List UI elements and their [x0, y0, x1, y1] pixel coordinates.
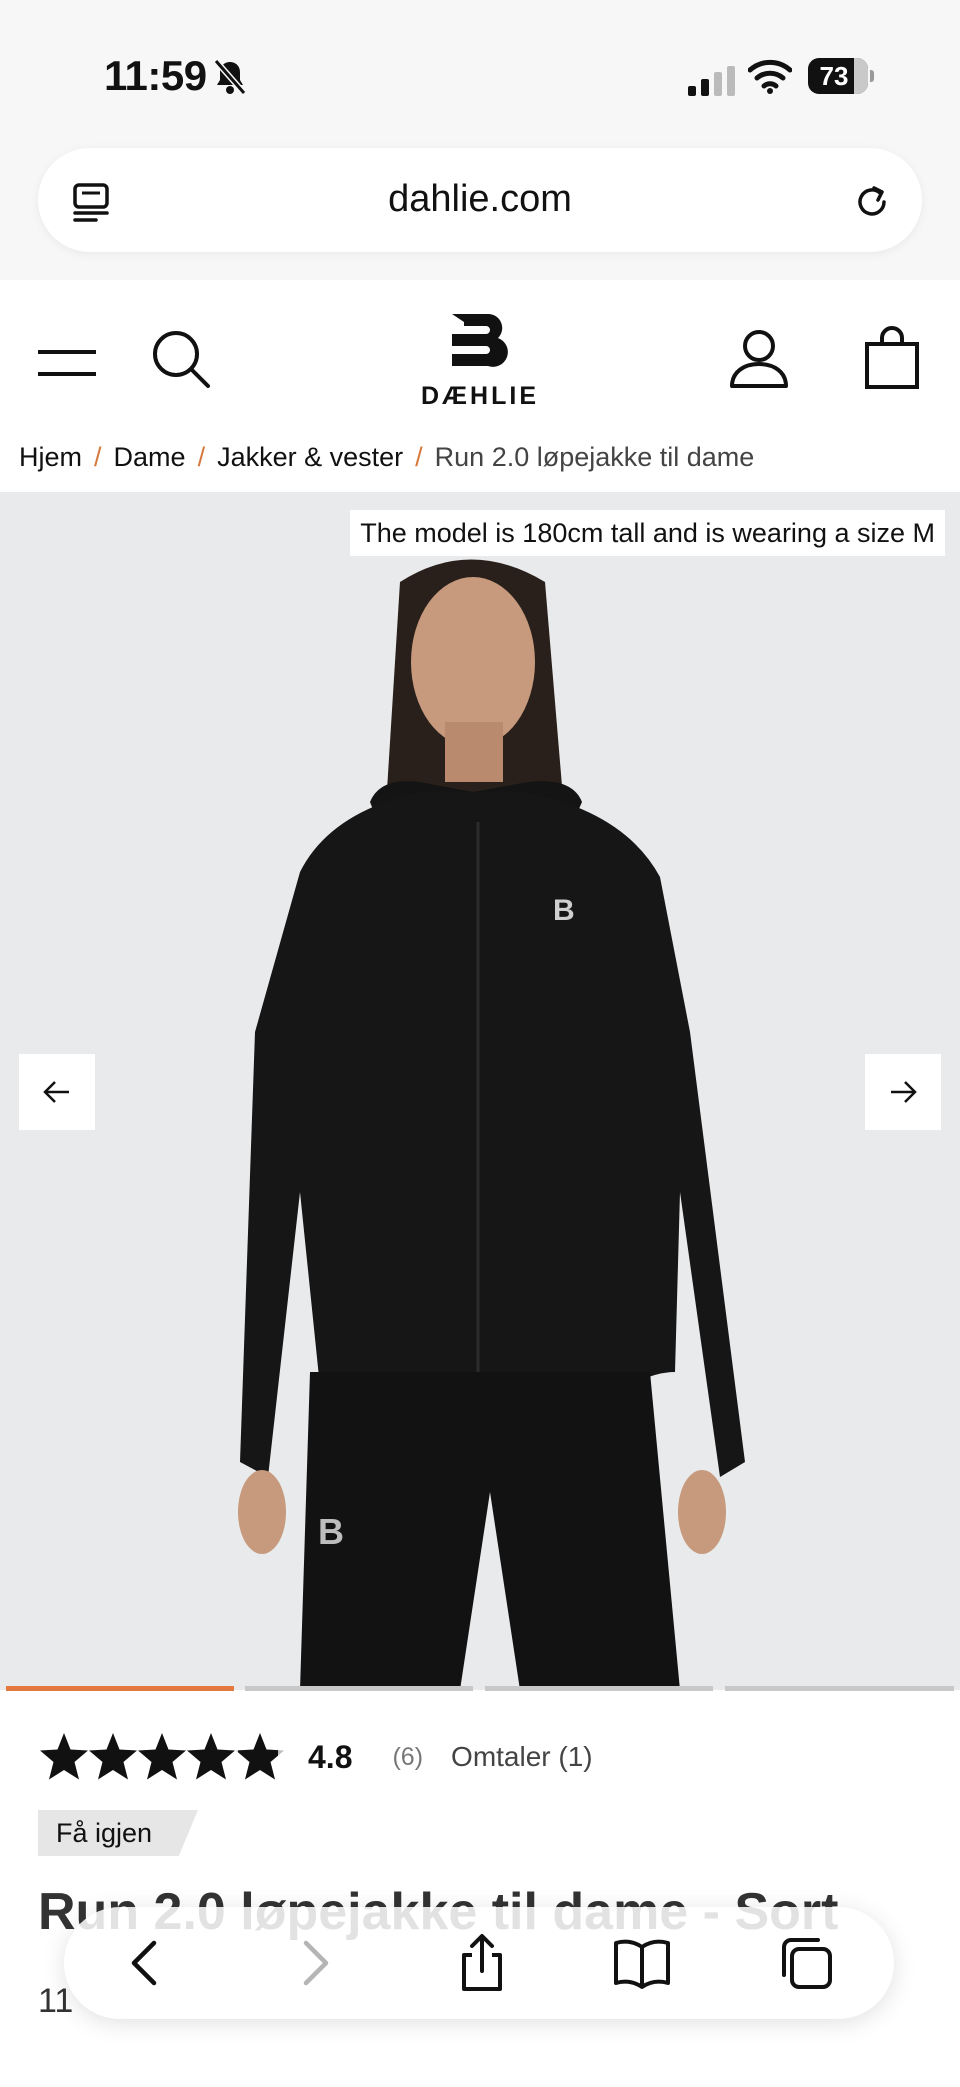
model-size-caption: The model is 180cm tall and is wearing a… — [350, 510, 945, 556]
rating-row: 4.8 (6) Omtaler (1) — [38, 1730, 593, 1784]
product-price: 11 — [38, 1982, 74, 2020]
brand-logo-text: DÆHLIE — [421, 382, 539, 410]
forward-icon[interactable] — [284, 1933, 344, 1993]
gallery-progress-segment[interactable] — [245, 1686, 473, 1691]
gallery-next-button[interactable] — [865, 1054, 941, 1130]
gallery-progress-segment[interactable] — [725, 1686, 954, 1691]
brand-logo-mark — [452, 313, 508, 367]
tabs-overview-icon[interactable] — [776, 1933, 836, 1993]
shopping-bag-icon[interactable] — [864, 326, 920, 390]
status-bar: 11:59 73 — [0, 0, 960, 140]
svg-text:B: B — [318, 1511, 344, 1552]
jacket-logo: B — [553, 894, 575, 927]
stock-badge: Få igjen — [38, 1810, 198, 1856]
rating-count: (6) — [392, 1742, 424, 1771]
bookmarks-icon[interactable] — [612, 1933, 672, 1993]
breadcrumb-separator: / — [415, 441, 423, 472]
product-image-gallery[interactable]: B B The model is 180cm tall and is weari… — [0, 492, 960, 1690]
breadcrumb-dame[interactable]: Dame — [114, 442, 186, 473]
product-photo: B B — [238, 559, 745, 1690]
gallery-progress-segment[interactable] — [6, 1686, 234, 1691]
search-icon[interactable] — [152, 330, 212, 390]
rating-value: 4.8 — [308, 1738, 353, 1775]
star-rating[interactable] — [38, 1731, 288, 1783]
arrow-left-icon — [43, 1081, 69, 1103]
brand-logo[interactable]: DÆHLIE — [410, 310, 550, 410]
browser-address-area: dahlie.com — [0, 140, 960, 280]
breadcrumb-separator: / — [197, 441, 206, 472]
battery-level: 73 — [819, 60, 849, 91]
reload-icon[interactable] — [852, 182, 892, 222]
gallery-prev-button[interactable] — [19, 1054, 95, 1130]
gallery-progress-indicator — [0, 1686, 960, 1692]
gallery-progress-segment[interactable] — [485, 1686, 713, 1691]
breadcrumb-home[interactable]: Hjem — [19, 442, 82, 473]
bell-slash-icon — [213, 59, 247, 95]
site-header: DÆHLIE — [0, 280, 960, 420]
share-icon[interactable] — [452, 1933, 512, 1993]
wifi-icon — [748, 59, 792, 94]
battery-indicator: 73 — [808, 58, 874, 96]
url-text[interactable]: dahlie.com — [38, 178, 922, 221]
arrow-right-icon — [891, 1081, 917, 1103]
breadcrumb-jackets[interactable]: Jakker & vester — [217, 442, 403, 473]
back-icon[interactable] — [116, 1933, 176, 1993]
address-bar[interactable]: dahlie.com — [38, 148, 922, 252]
breadcrumb-current: Run 2.0 løpejakke til dame — [434, 441, 755, 472]
breadcrumb-separator: / — [94, 441, 102, 472]
cellular-signal-icon — [688, 66, 735, 96]
account-icon[interactable] — [728, 328, 790, 390]
hamburger-menu-icon[interactable] — [38, 348, 96, 378]
status-time: 11:59 — [104, 52, 207, 99]
breadcrumb: Hjem / Dame / Jakker & vester / Run 2.0 … — [19, 440, 754, 474]
stock-badge-label: Få igjen — [56, 1818, 153, 1848]
reviews-link[interactable]: Omtaler (1) — [451, 1741, 593, 1773]
browser-toolbar — [64, 1907, 894, 2019]
